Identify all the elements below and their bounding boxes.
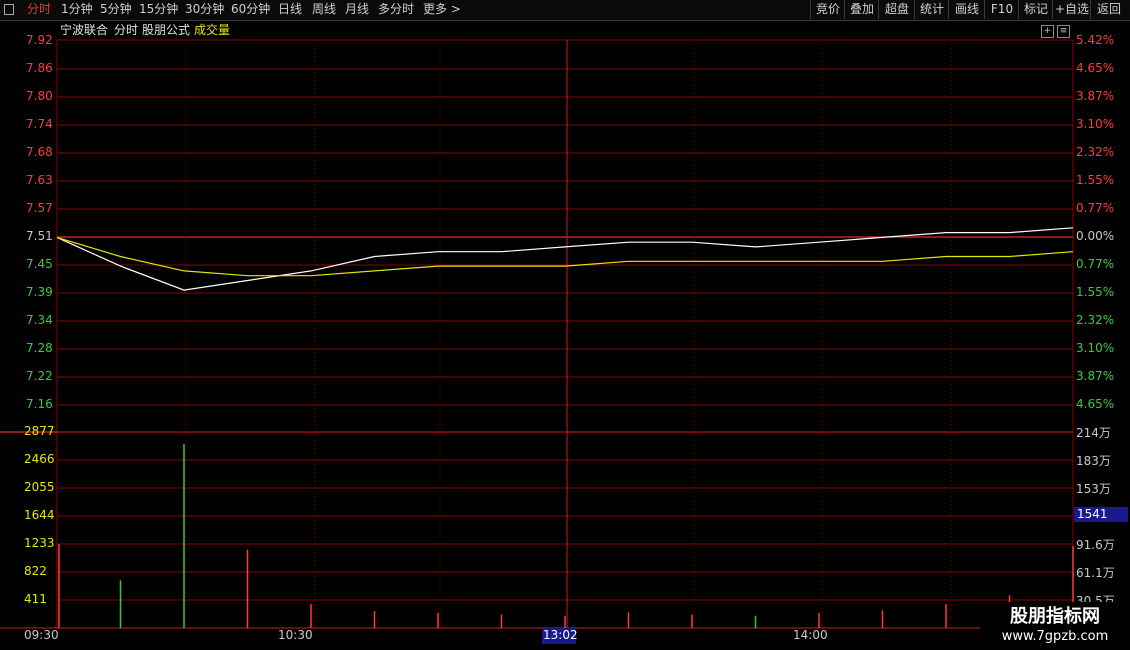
price-tick-left: 7.74 — [26, 117, 53, 131]
price-tick-left: 7.51 — [26, 229, 53, 243]
options-icon[interactable]: ≡ — [1057, 25, 1070, 38]
price-tick-right: 2.32% — [1076, 145, 1115, 159]
indicator-label: 成交量 — [194, 23, 231, 37]
price-tick-right: 5.42% — [1076, 33, 1115, 47]
expand-icon[interactable]: + — [1041, 25, 1054, 38]
price-tick-left: 7.28 — [26, 341, 53, 355]
volume-tick-right: 183万 — [1076, 454, 1111, 468]
volume-tick-left: 822 — [24, 564, 47, 578]
formula-label: 股朋公式 — [142, 23, 191, 37]
price-tick-left: 7.22 — [26, 369, 53, 383]
price-tick-right: 0.00% — [1076, 229, 1115, 243]
price-tick-left: 7.57 — [26, 201, 53, 215]
cursor-value: 1541 — [1077, 507, 1108, 521]
price-tick-right: 1.55% — [1076, 173, 1115, 187]
price-tick-left: 7.63 — [26, 173, 53, 187]
price-tick-right: 3.10% — [1076, 341, 1115, 355]
time-cursor-label: 13:02 — [543, 628, 578, 642]
volume-tick-left: 1233 — [24, 536, 55, 550]
time-tick: 10:30 — [278, 628, 313, 642]
average-price-line — [56, 236, 1074, 277]
price-tick-right: 0.77% — [1076, 201, 1115, 215]
price-tick-right: 0.77% — [1076, 257, 1115, 271]
price-tick-left: 7.39 — [26, 285, 53, 299]
price-tick-right: 3.87% — [1076, 369, 1115, 383]
price-tick-right: 4.65% — [1076, 61, 1115, 75]
intraday-chart[interactable] — [0, 0, 1130, 650]
chart-frame — [56, 39, 1074, 629]
price-tick-left: 7.16 — [26, 397, 53, 411]
volume-tick-left: 1644 — [24, 508, 55, 522]
volume-tick-left: 2055 — [24, 480, 55, 494]
price-tick-left: 7.34 — [26, 313, 53, 327]
volume-tick-right: 91.6万 — [1076, 538, 1115, 552]
time-tick: 14:00 — [793, 628, 828, 642]
volume-tick-right: 214万 — [1076, 426, 1111, 440]
price-tick-right: 4.65% — [1076, 397, 1115, 411]
price-tick-left: 7.92 — [26, 33, 53, 47]
time-tick: 09:30 — [24, 628, 59, 642]
price-tick-left: 7.86 — [26, 61, 53, 75]
price-tick-right: 3.10% — [1076, 117, 1115, 131]
mode-label: 分时 — [114, 23, 139, 37]
watermark-url: www.7gpzb.com — [1001, 629, 1109, 644]
stock-name: 宁波联合 — [60, 23, 109, 37]
price-tick-left: 7.80 — [26, 89, 53, 103]
volume-tick-left: 411 — [24, 592, 47, 606]
price-tick-right: 2.32% — [1076, 313, 1115, 327]
price-tick-right: 1.55% — [1076, 285, 1115, 299]
price-tick-left: 7.68 — [26, 145, 53, 159]
watermark-title: 股朋指标网 — [1010, 606, 1100, 627]
volume-tick-right: 61.1万 — [1076, 566, 1115, 580]
watermark: 股朋指标网 www.7gpzb.com — [980, 602, 1130, 650]
volume-tick-left: 2466 — [24, 452, 55, 466]
price-tick-left: 7.45 — [26, 257, 53, 271]
price-tick-right: 3.87% — [1076, 89, 1115, 103]
volume-tick-left: 2877 — [24, 424, 55, 438]
volume-tick-right: 153万 — [1076, 482, 1111, 496]
